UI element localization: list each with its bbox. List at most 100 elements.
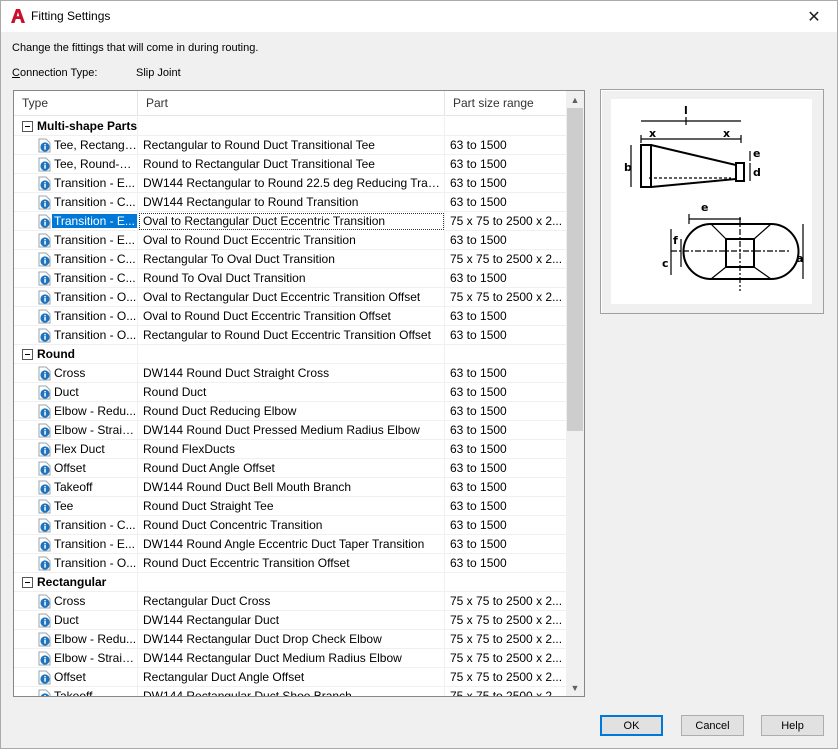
fitting-type[interactable]: Takeoff xyxy=(14,687,138,696)
close-button[interactable]: ✕ xyxy=(791,1,837,32)
fitting-type[interactable]: Transition - O... xyxy=(14,554,138,573)
fitting-part[interactable]: DW144 Rectangular to Round Transition xyxy=(138,193,445,212)
group-row[interactable]: Round xyxy=(14,345,566,364)
column-header-part[interactable]: Part xyxy=(138,91,445,116)
fittings-list[interactable]: Type Part Part size range Multi-shape Pa… xyxy=(13,90,585,697)
fitting-type[interactable]: Transition - C... xyxy=(14,193,138,212)
help-button[interactable]: Help xyxy=(761,715,824,736)
fitting-row[interactable]: Elbow - Redu... DW144 Rectangular Duct Dr… xyxy=(14,630,566,649)
fitting-type[interactable]: Transition - E... xyxy=(14,174,138,193)
fitting-part[interactable]: Round Duct xyxy=(138,383,445,402)
fitting-type[interactable]: Transition - O... xyxy=(14,288,138,307)
fitting-part[interactable]: DW144 Rectangular Duct Medium Radius Elb… xyxy=(138,649,445,668)
fitting-part[interactable]: Rectangular Duct Cross xyxy=(138,592,445,611)
fitting-row[interactable]: Transition - O... Round Duct Eccentric Tr… xyxy=(14,554,566,573)
fitting-row[interactable]: Tee, Rectangu... Rectangular to Round Duc… xyxy=(14,136,566,155)
fitting-type[interactable]: Duct xyxy=(14,383,138,402)
fitting-row[interactable]: Takeoff DW144 Round Duct Bell Mouth Branc… xyxy=(14,478,566,497)
fitting-type[interactable]: Transition - C... xyxy=(14,516,138,535)
fitting-type[interactable]: Transition - E... xyxy=(14,231,138,250)
fitting-row[interactable]: Transition - E... Oval to Rectangular Duc… xyxy=(14,212,566,231)
fitting-part[interactable]: DW144 Rectangular Duct Drop Check Elbow xyxy=(138,630,445,649)
fitting-part[interactable]: Rectangular To Oval Duct Transition xyxy=(138,250,445,269)
fitting-part[interactable]: DW144 Round Duct Bell Mouth Branch xyxy=(138,478,445,497)
fitting-part[interactable]: DW144 Round Angle Eccentric Duct Taper T… xyxy=(138,535,445,554)
fitting-row[interactable]: Takeoff DW144 Rectangular Duct Shoe Branc… xyxy=(14,687,566,696)
fitting-type[interactable]: Transition - O... xyxy=(14,326,138,345)
fitting-part[interactable]: Oval to Rectangular Duct Eccentric Trans… xyxy=(138,212,445,231)
fitting-type[interactable]: Elbow - Redu... xyxy=(14,402,138,421)
fitting-type[interactable]: Flex Duct xyxy=(14,440,138,459)
fitting-part[interactable]: Round to Rectangular Duct Transitional T… xyxy=(138,155,445,174)
fitting-part[interactable]: Oval to Round Duct Eccentric Transition xyxy=(138,231,445,250)
fitting-type[interactable]: Elbow - Straig... xyxy=(14,421,138,440)
fitting-part[interactable]: Round To Oval Duct Transition xyxy=(138,269,445,288)
fitting-type[interactable]: Elbow - Redu... xyxy=(14,630,138,649)
fitting-type[interactable]: Transition - E... xyxy=(14,535,138,554)
fitting-type[interactable]: Cross xyxy=(14,364,138,383)
fitting-type[interactable]: Tee xyxy=(14,497,138,516)
fitting-preview-panel: l x x b d e e f c a xyxy=(600,89,824,314)
fitting-row[interactable]: Transition - E... DW144 Rectangular to Ro… xyxy=(14,174,566,193)
fitting-row[interactable]: Transition - O... Oval to Round Duct Ecce… xyxy=(14,307,566,326)
fitting-type[interactable]: Cross xyxy=(14,592,138,611)
group-row[interactable]: Rectangular xyxy=(14,573,566,592)
scroll-down-arrow-icon[interactable]: ▼ xyxy=(566,679,584,696)
cancel-button[interactable]: Cancel xyxy=(681,715,744,736)
group-row[interactable]: Multi-shape Parts xyxy=(14,117,566,136)
fitting-row[interactable]: Flex Duct Round FlexDucts 63 to 1500 xyxy=(14,440,566,459)
fitting-row[interactable]: Offset Rectangular Duct Angle Offset 75 x … xyxy=(14,668,566,687)
fitting-part[interactable]: DW144 Rectangular Duct Shoe Branch xyxy=(138,687,445,696)
fitting-row[interactable]: Cross Rectangular Duct Cross 75 x 75 to 25… xyxy=(14,592,566,611)
ok-button[interactable]: OK xyxy=(600,715,663,736)
fitting-type[interactable]: Transition - E... xyxy=(14,212,138,231)
fitting-type[interactable]: Offset xyxy=(14,459,138,478)
fitting-type[interactable]: Transition - C... xyxy=(14,250,138,269)
fitting-type[interactable]: Tee, Rectangu... xyxy=(14,136,138,155)
fitting-part[interactable]: Round FlexDucts xyxy=(138,440,445,459)
fitting-part[interactable]: DW144 Round Duct Pressed Medium Radius E… xyxy=(138,421,445,440)
fitting-row[interactable]: Transition - O... Rectangular to Round Du… xyxy=(14,326,566,345)
vertical-scrollbar[interactable]: ▲ ▼ xyxy=(566,91,584,696)
fitting-part[interactable]: Rectangular to Round Duct Eccentric Tran… xyxy=(138,326,445,345)
fitting-part[interactable]: DW144 Round Duct Straight Cross xyxy=(138,364,445,383)
fitting-row[interactable]: Transition - C... Round To Oval Duct Tran… xyxy=(14,269,566,288)
fitting-row[interactable]: Transition - C... DW144 Rectangular to Ro… xyxy=(14,193,566,212)
fitting-row[interactable]: Tee, Round-R... Round to Rectangular Duct… xyxy=(14,155,566,174)
fitting-part[interactable]: Rectangular to Round Duct Transitional T… xyxy=(138,136,445,155)
fitting-row[interactable]: Transition - C... Rectangular To Oval Duc… xyxy=(14,250,566,269)
fitting-type[interactable]: Transition - C... xyxy=(14,269,138,288)
fitting-part[interactable]: Oval to Rectangular Duct Eccentric Trans… xyxy=(138,288,445,307)
fitting-part[interactable]: Oval to Round Duct Eccentric Transition … xyxy=(138,307,445,326)
fitting-part[interactable]: DW144 Rectangular Duct xyxy=(138,611,445,630)
scroll-thumb[interactable] xyxy=(567,108,583,431)
fitting-row[interactable]: Elbow - Redu... Round Duct Reducing Elbow… xyxy=(14,402,566,421)
fitting-type[interactable]: Takeoff xyxy=(14,478,138,497)
fitting-part[interactable]: Round Duct Eccentric Transition Offset xyxy=(138,554,445,573)
fitting-part[interactable]: Round Duct Concentric Transition xyxy=(138,516,445,535)
fitting-row[interactable]: Transition - C... Round Duct Concentric T… xyxy=(14,516,566,535)
fitting-part[interactable]: Round Duct Straight Tee xyxy=(138,497,445,516)
column-header-type[interactable]: Type xyxy=(14,91,138,116)
fitting-row[interactable]: Duct Round Duct 63 to 1500 xyxy=(14,383,566,402)
fitting-row[interactable]: Tee Round Duct Straight Tee 63 to 1500 xyxy=(14,497,566,516)
fitting-row[interactable]: Transition - E... DW144 Round Angle Eccen… xyxy=(14,535,566,554)
scroll-up-arrow-icon[interactable]: ▲ xyxy=(566,91,584,108)
fitting-type[interactable]: Transition - O... xyxy=(14,307,138,326)
fitting-type[interactable]: Elbow - Straig... xyxy=(14,649,138,668)
fitting-type[interactable]: Tee, Round-R... xyxy=(14,155,138,174)
fitting-part[interactable]: Round Duct Angle Offset xyxy=(138,459,445,478)
fitting-row[interactable]: Offset Round Duct Angle Offset 63 to 1500 xyxy=(14,459,566,478)
fitting-type[interactable]: Offset xyxy=(14,668,138,687)
fitting-row[interactable]: Transition - O... Oval to Rectangular Duc… xyxy=(14,288,566,307)
fitting-row[interactable]: Transition - E... Oval to Round Duct Ecce… xyxy=(14,231,566,250)
fitting-row[interactable]: Elbow - Straig... DW144 Round Duct Presse… xyxy=(14,421,566,440)
fitting-part[interactable]: DW144 Rectangular to Round 22.5 deg Redu… xyxy=(138,174,445,193)
fitting-part[interactable]: Rectangular Duct Angle Offset xyxy=(138,668,445,687)
fitting-part[interactable]: Round Duct Reducing Elbow xyxy=(138,402,445,421)
fitting-type[interactable]: Duct xyxy=(14,611,138,630)
column-header-size[interactable]: Part size range xyxy=(445,91,566,116)
fitting-row[interactable]: Cross DW144 Round Duct Straight Cross 63 t… xyxy=(14,364,566,383)
fitting-row[interactable]: Duct DW144 Rectangular Duct 75 x 75 to 250… xyxy=(14,611,566,630)
fitting-row[interactable]: Elbow - Straig... DW144 Rectangular Duct … xyxy=(14,649,566,668)
